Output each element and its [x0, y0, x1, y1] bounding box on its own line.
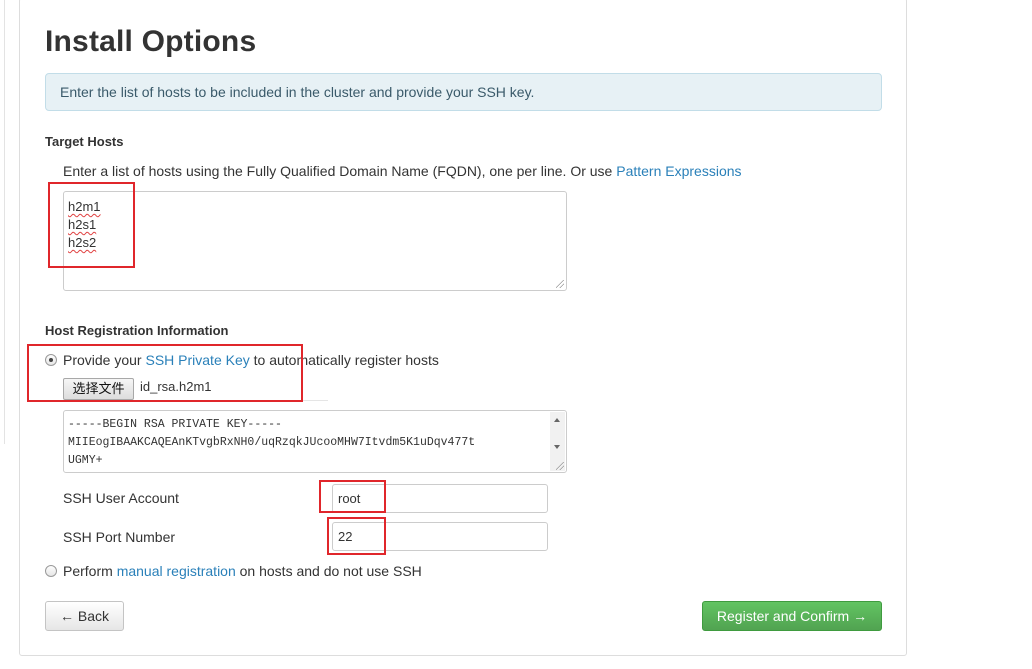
manual-registration-radio[interactable] [45, 565, 57, 577]
file-input-underline [136, 400, 328, 401]
back-button[interactable]: ← Back [45, 601, 124, 631]
ssh-option-suffix: to automatically register hosts [253, 352, 439, 368]
ssh-port-input[interactable]: 22 [332, 522, 548, 551]
ssh-user-label: SSH User Account [63, 490, 179, 506]
ssh-private-key-link[interactable]: SSH Private Key [145, 352, 249, 368]
resize-handle-icon[interactable] [556, 280, 564, 288]
host-entry: h2s1 [68, 217, 97, 232]
selected-file-name: id_rsa.h2m1 [140, 379, 212, 394]
ssh-port-label: SSH Port Number [63, 529, 176, 545]
hosts-instruction: Enter a list of hosts using the Fully Qu… [63, 163, 742, 179]
page-title: Install Options [45, 25, 257, 58]
host-entry: h2m1 [68, 199, 101, 214]
manual-registration-link[interactable]: manual registration [117, 563, 236, 579]
pattern-expressions-link[interactable]: Pattern Expressions [616, 163, 741, 179]
ssh-key-option-label: Provide your SSH Private Key to automati… [63, 352, 439, 368]
target-hosts-textarea[interactable]: h2m1 h2s1 h2s2 [63, 191, 567, 291]
scroll-up-icon[interactable] [554, 418, 560, 422]
key-line: -----BEGIN RSA PRIVATE KEY----- [68, 418, 282, 431]
manual-option-prefix: Perform [63, 563, 113, 579]
host-registration-heading: Host Registration Information [45, 323, 229, 338]
info-alert: Enter the list of hosts to be included i… [45, 73, 882, 111]
choose-file-button[interactable]: 选择文件 [63, 378, 134, 400]
manual-option-label: Perform manual registration on hosts and… [63, 563, 422, 579]
key-line: MIIEogIBAAKCAQEAnKTvgbRxNH0/uqRzqkJUcooM… [68, 436, 476, 449]
left-divider [4, 0, 5, 444]
target-hosts-heading: Target Hosts [45, 134, 124, 149]
resize-handle-icon[interactable] [556, 462, 564, 470]
ssh-key-radio[interactable] [45, 354, 57, 366]
register-and-confirm-button[interactable]: Register and Confirm → [702, 601, 882, 631]
ssh-user-input[interactable]: root [332, 484, 548, 513]
host-entry: h2s2 [68, 235, 97, 250]
key-line: UGMY+ [68, 454, 103, 467]
manual-option-suffix: on hosts and do not use SSH [239, 563, 422, 579]
hosts-instruction-text: Enter a list of hosts using the Fully Qu… [63, 163, 613, 179]
ssh-option-prefix: Provide your [63, 352, 142, 368]
scroll-down-icon[interactable] [554, 445, 560, 449]
ssh-private-key-textarea[interactable]: -----BEGIN RSA PRIVATE KEY----- MIIEogIB… [63, 410, 567, 473]
